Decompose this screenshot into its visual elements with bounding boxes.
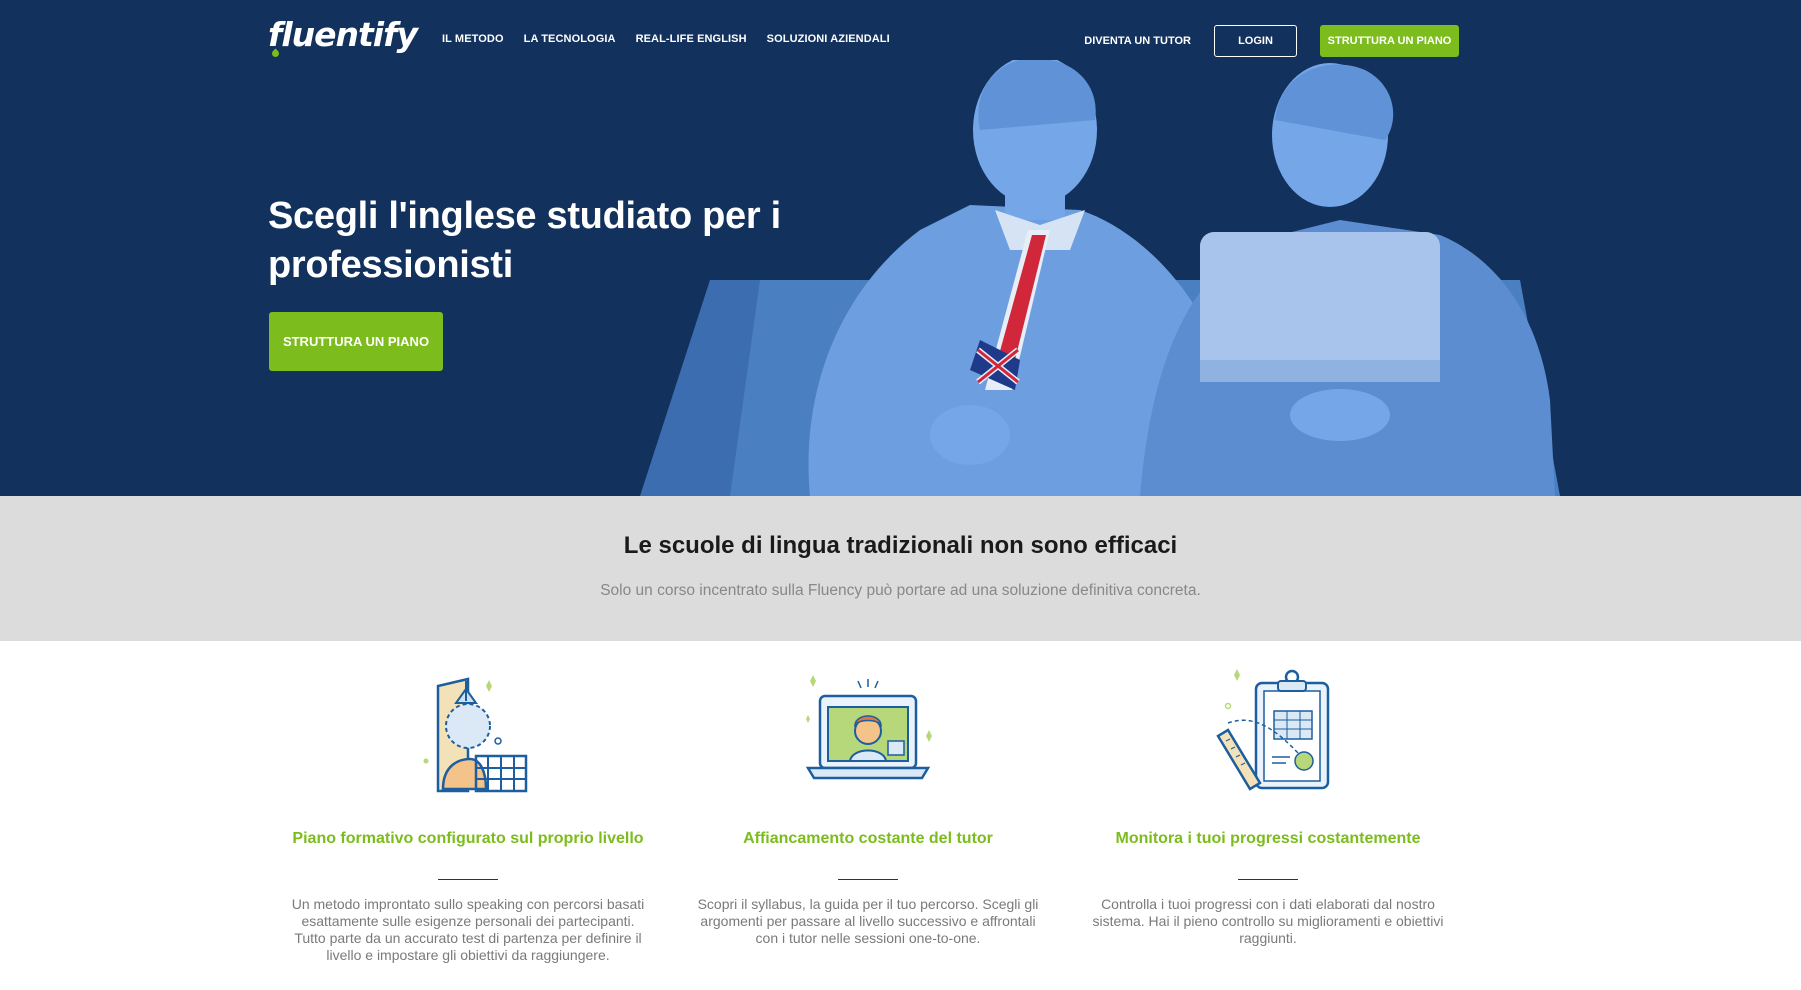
fluentify-logo[interactable]: fluentify [268,14,418,59]
hero-title: Scegli l'inglese studiato per i professi… [268,195,781,286]
nav-link-real-life-english[interactable]: REAL-LIFE ENGLISH [636,33,747,45]
band-title: Le scuole di lingua tradizionali non son… [623,532,1178,559]
nav-link-soluzioni-aziendali[interactable]: SOLUZIONI AZIENDALI [767,33,890,45]
feature-title: Monitora i tuoi progressi costantemente [1115,830,1421,847]
nav-actions: DIVENTA UN TUTOR LOGIN STRUTTURA UN PIAN… [1084,25,1459,57]
feature-text: Scopri il syllabus, la guida per il tuo … [697,896,1039,946]
nav-link-la-tecnologia[interactable]: LA TECNOLOGIA [524,33,616,45]
level-plan-icon [423,677,528,793]
login-button[interactable]: LOGIN [1214,25,1297,57]
feature-title: Affiancamento costante del tutor [743,830,993,847]
feature-divider [438,879,498,880]
intro-band: Le scuole di lingua tradizionali non son… [0,496,1801,641]
become-tutor-link[interactable]: DIVENTA UN TUTOR [1084,35,1191,47]
hero-plan-button[interactable]: STRUTTURA UN PIANO [269,312,443,371]
nav-links: IL METODO LA TECNOLOGIA REAL-LIFE ENGLIS… [442,33,890,45]
nav-plan-button[interactable]: STRUTTURA UN PIANO [1320,25,1459,57]
feature-divider [838,879,898,880]
tutor-laptop-icon [805,675,932,780]
nav-link-il-metodo[interactable]: IL METODO [442,33,504,45]
feature-text: Controlla i tuoi progressi con i dati el… [1092,896,1444,946]
logo-text: fluentify [268,15,418,54]
hero-section: fluentify IL METODO LA TECNOLOGIA REAL-L… [0,0,1801,496]
band-subtitle: Solo un corso incentrato sulla Fluency p… [600,582,1201,599]
progress-clipboard-icon [1216,669,1330,791]
top-navigation: fluentify IL METODO LA TECNOLOGIA REAL-L… [0,0,1801,82]
feature-divider [1238,879,1298,880]
feature-text: Un metodo improntato sullo speaking con … [291,896,645,963]
features-section: Piano formativo configurato sul proprio … [0,641,1801,990]
feature-title: Piano formativo configurato sul proprio … [292,830,644,847]
